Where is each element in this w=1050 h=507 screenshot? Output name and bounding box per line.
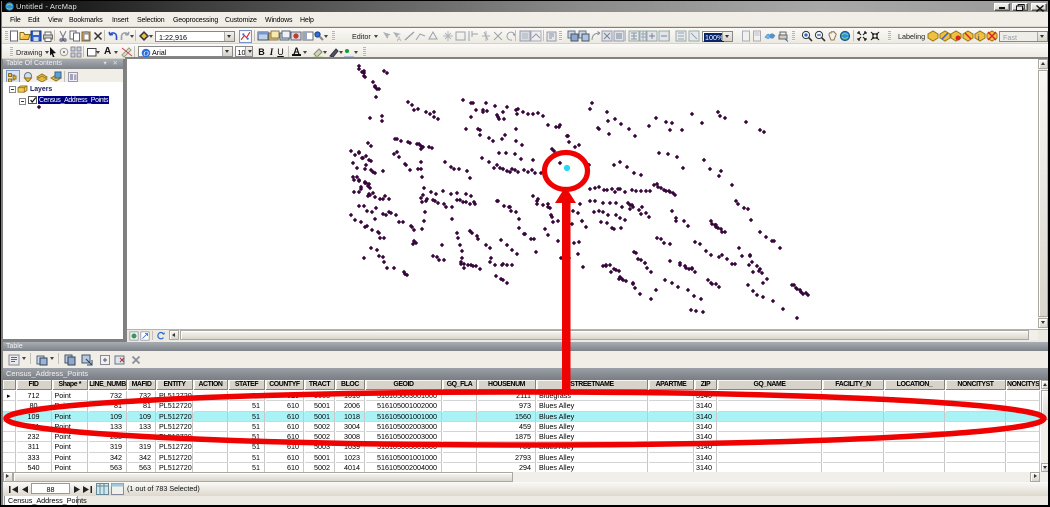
svg-text:A: A: [397, 37, 401, 42]
svg-text:O: O: [143, 48, 149, 57]
